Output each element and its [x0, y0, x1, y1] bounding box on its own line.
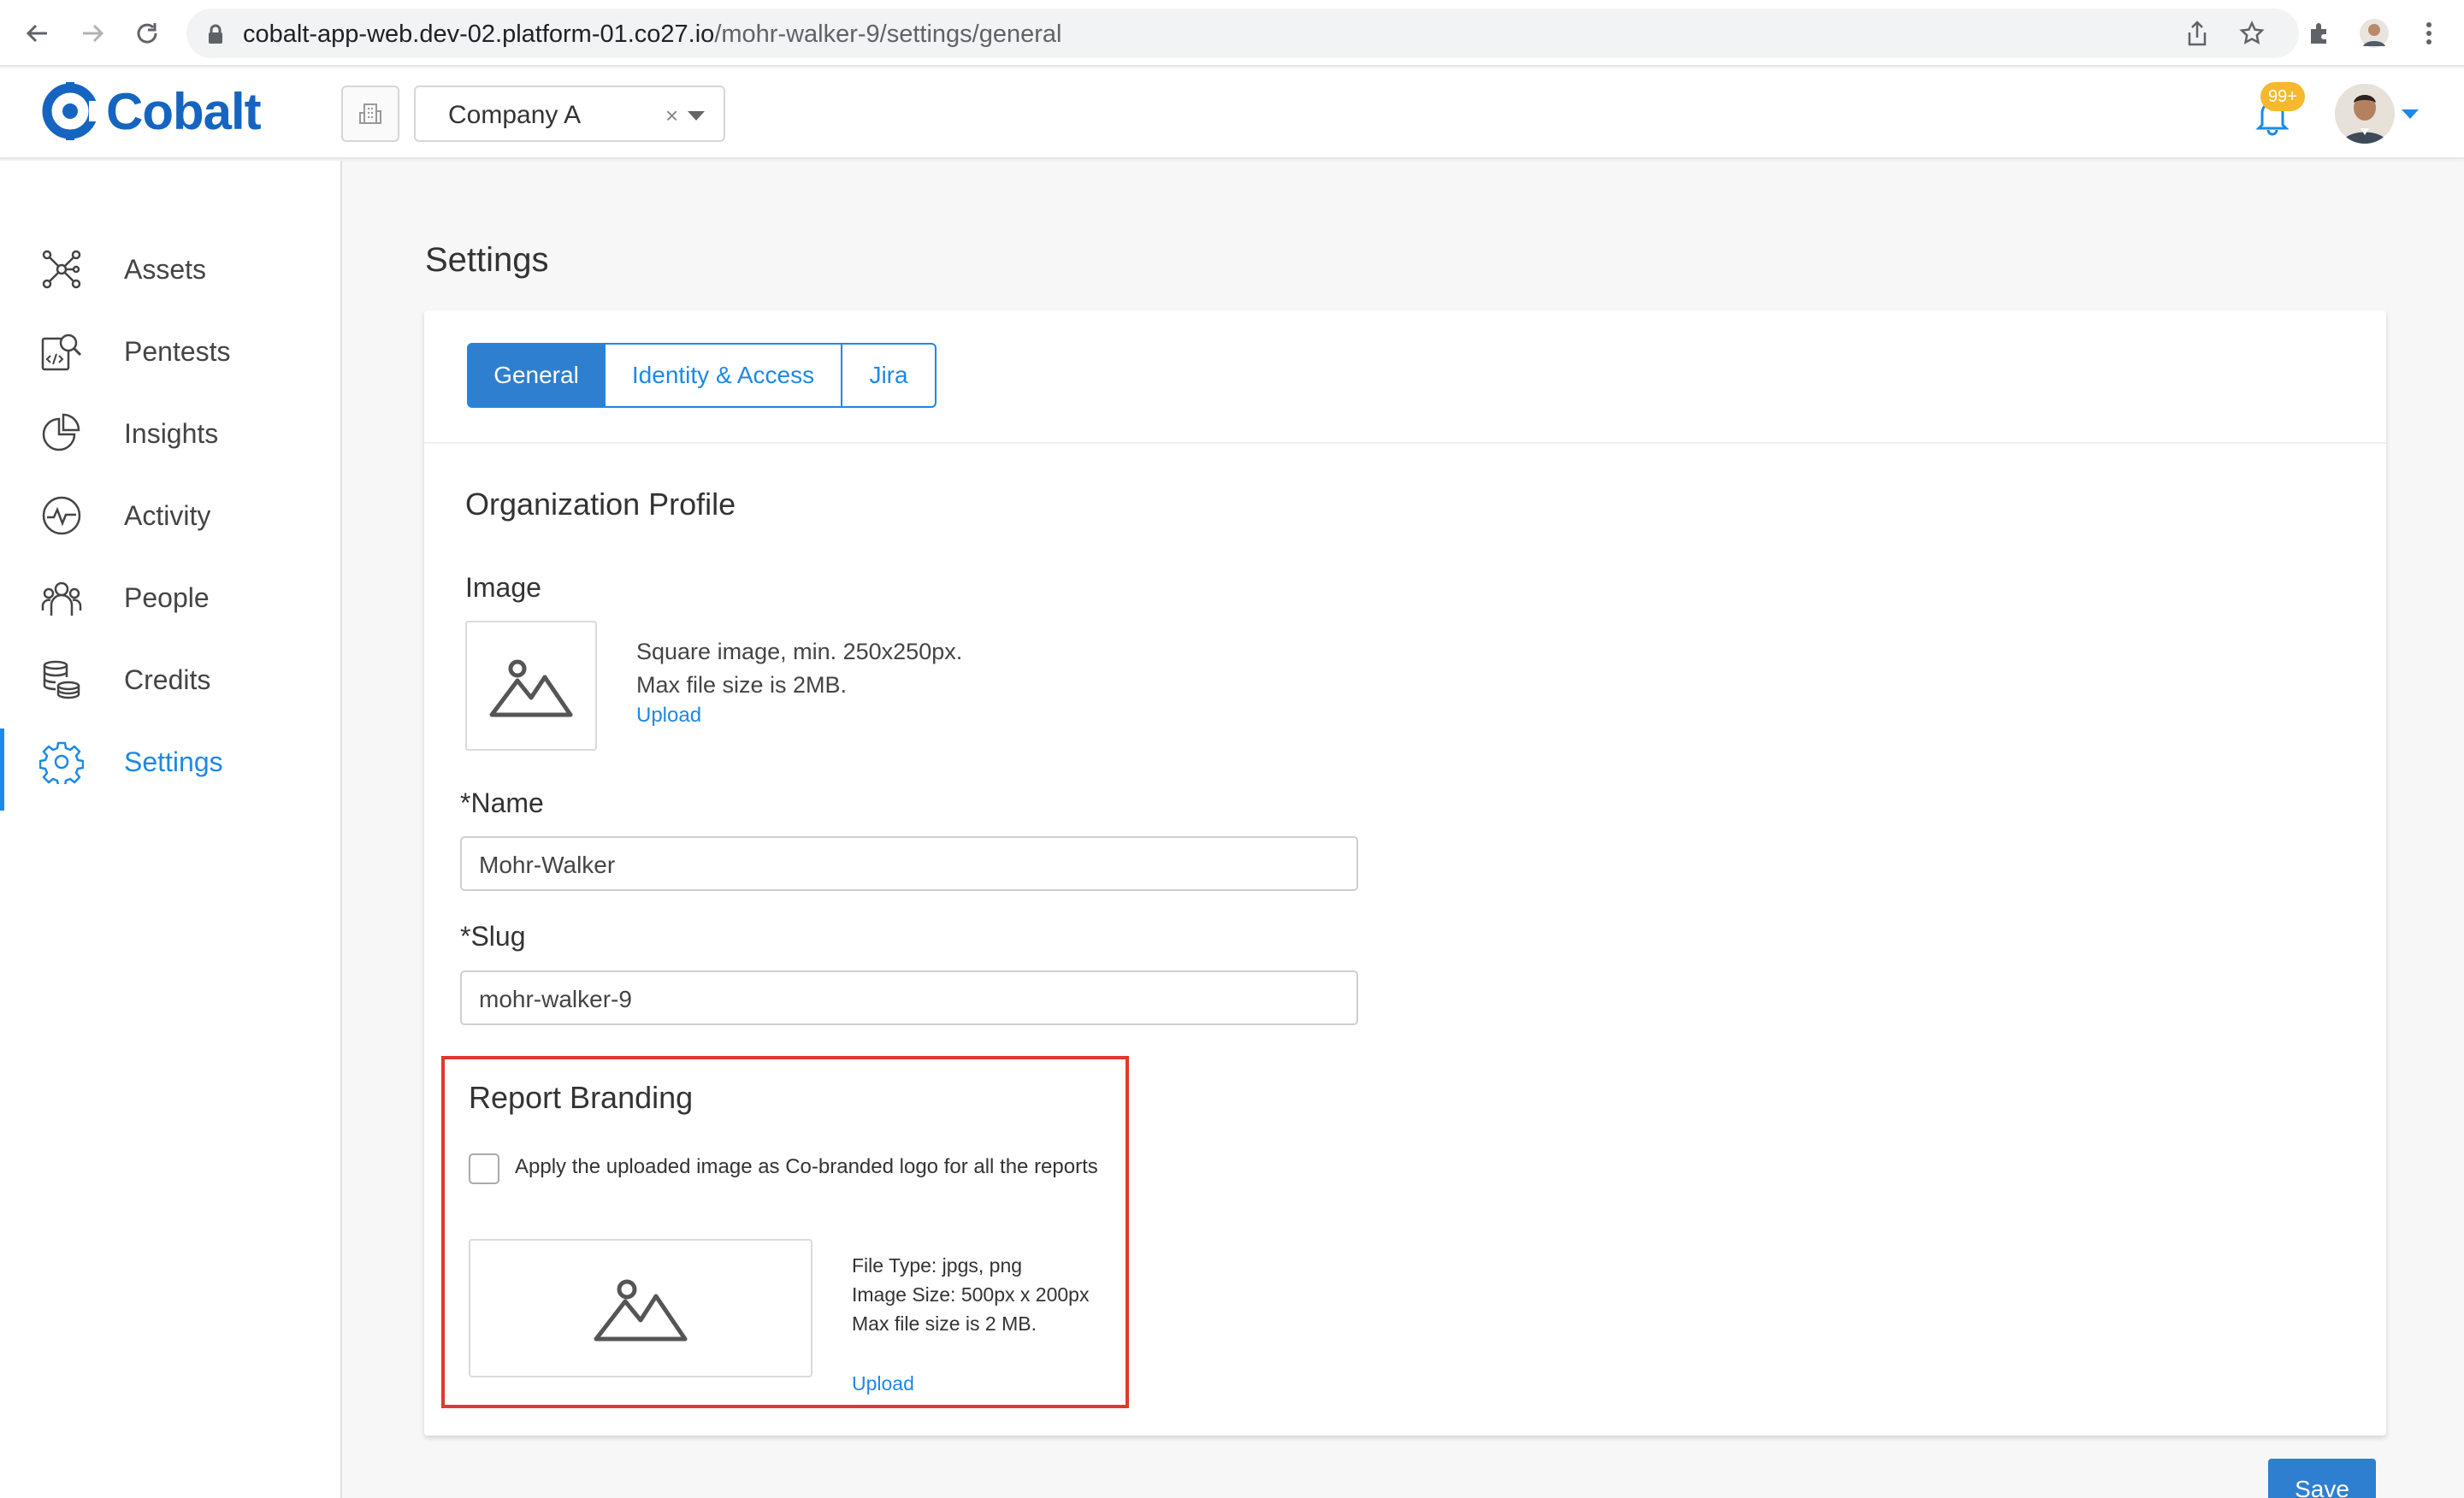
image-label: Image — [465, 572, 541, 603]
url-path: /mohr-walker-9/settings/general — [714, 21, 1062, 48]
share-icon[interactable] — [2178, 15, 2216, 52]
report-logo-hints: File Type: jpgs, png Image Size: 500px x… — [852, 1251, 1089, 1338]
url-text: cobalt-app-web.dev-02.platform-01.co27.i… — [243, 21, 1061, 49]
image-icon — [594, 1279, 688, 1342]
report-logo-max-size: Max file size is 2 MB. — [852, 1312, 1037, 1335]
organization-image-placeholder[interactable] — [465, 621, 597, 751]
page-title: Settings — [425, 241, 549, 279]
user-menu-caret-icon[interactable] — [2402, 109, 2419, 119]
extensions-puzzle-icon[interactable] — [2301, 15, 2338, 52]
cobranded-logo-checkbox-label[interactable]: Apply the uploaded image as Co-branded l… — [515, 1155, 1098, 1179]
slug-label: *Slug — [460, 921, 526, 952]
divider — [424, 442, 2386, 444]
building-icon — [359, 103, 381, 124]
sidebar-item-pentests[interactable]: Pentests — [0, 321, 340, 381]
notifications-badge: 99+ — [2260, 82, 2305, 111]
activity-pulse-icon — [38, 492, 86, 540]
sidebar: Assets Pentests Insights Activity People… — [0, 161, 342, 1498]
save-button[interactable]: Save — [2268, 1459, 2376, 1498]
credits-coins-icon — [38, 656, 86, 704]
image-hint-filesize: Max file size is 2MB. — [636, 672, 848, 698]
lock-icon — [209, 24, 222, 44]
sidebar-item-label: Activity — [124, 499, 211, 531]
profile-avatar-icon[interactable] — [2355, 15, 2393, 52]
organization-select[interactable]: Company A × — [414, 86, 725, 142]
pentests-icon — [38, 327, 86, 375]
url-host: cobalt-app-web.dev-02.platform-01.co27.i… — [243, 21, 715, 48]
upload-image-link[interactable]: Upload — [636, 704, 701, 728]
name-label: *Name — [460, 787, 544, 818]
sidebar-item-activity[interactable]: Activity — [0, 486, 340, 546]
report-branding-section: Report Branding Apply the uploaded image… — [441, 1056, 1129, 1408]
clear-selection-icon[interactable]: × — [665, 103, 678, 129]
slug-input[interactable]: mohr-walker-9 — [460, 970, 1358, 1025]
app-header: Cobalt Company A × 99+ — [0, 68, 2464, 159]
tab-identity-access[interactable]: Identity & Access — [606, 343, 842, 408]
sidebar-item-label: Pentests — [124, 335, 231, 367]
sidebar-item-insights[interactable]: Insights — [0, 404, 340, 463]
cobalt-logo[interactable]: Cobalt — [41, 80, 262, 142]
settings-tabs: General Identity & Access Jira — [467, 343, 937, 408]
reload-icon[interactable] — [128, 15, 166, 52]
sidebar-item-label: Insights — [124, 417, 219, 449]
report-branding-title: Report Branding — [469, 1080, 694, 1115]
gear-icon — [38, 738, 86, 786]
back-arrow-icon[interactable] — [19, 15, 56, 52]
report-logo-placeholder[interactable] — [469, 1239, 812, 1377]
assets-network-icon — [38, 245, 86, 293]
forward-arrow-icon[interactable] — [74, 15, 111, 52]
upload-report-logo-link[interactable]: Upload — [852, 1372, 914, 1395]
address-bar[interactable]: cobalt-app-web.dev-02.platform-01.co27.i… — [186, 9, 2299, 58]
sidebar-item-credits[interactable]: Credits — [0, 650, 340, 710]
sidebar-item-label: Assets — [124, 253, 207, 285]
organization-icon-button[interactable] — [341, 86, 399, 142]
chevron-down-icon[interactable] — [688, 111, 705, 121]
name-input-value: Mohr-Walker — [479, 852, 616, 878]
organization-select-value: Company A — [448, 101, 582, 129]
tab-jira[interactable]: Jira — [842, 343, 937, 408]
sidebar-item-label: Credits — [124, 663, 211, 695]
sidebar-item-assets[interactable]: Assets — [0, 239, 340, 299]
sidebar-item-label: People — [124, 581, 210, 613]
report-logo-file-type: File Type: jpgs, png — [852, 1254, 1023, 1277]
image-hint-size: Square image, min. 250x250px. — [636, 639, 963, 664]
user-avatar[interactable] — [2335, 84, 2395, 144]
name-input[interactable]: Mohr-Walker — [460, 836, 1358, 891]
people-icon — [38, 574, 86, 622]
organization-profile-title: Organization Profile — [465, 487, 736, 522]
settings-card: General Identity & Access Jira Organizat… — [424, 310, 2386, 1436]
sidebar-item-people[interactable]: People — [0, 568, 340, 628]
sidebar-item-label: Settings — [124, 746, 223, 777]
tab-general[interactable]: General — [467, 343, 606, 408]
cobalt-gear-logo-icon — [42, 82, 97, 140]
bookmark-star-icon[interactable] — [2233, 15, 2271, 52]
image-icon — [489, 659, 573, 717]
sidebar-item-settings[interactable]: Settings — [0, 728, 340, 811]
browser-toolbar: cobalt-app-web.dev-02.platform-01.co27.i… — [0, 0, 2464, 67]
report-logo-image-size: Image Size: 500px x 200px — [852, 1283, 1090, 1306]
slug-input-value: mohr-walker-9 — [479, 986, 632, 1012]
insights-pie-icon — [38, 410, 86, 457]
cobranded-logo-checkbox[interactable] — [469, 1153, 499, 1184]
logo-text: Cobalt — [106, 82, 262, 140]
browser-menu-icon[interactable] — [2410, 15, 2448, 52]
